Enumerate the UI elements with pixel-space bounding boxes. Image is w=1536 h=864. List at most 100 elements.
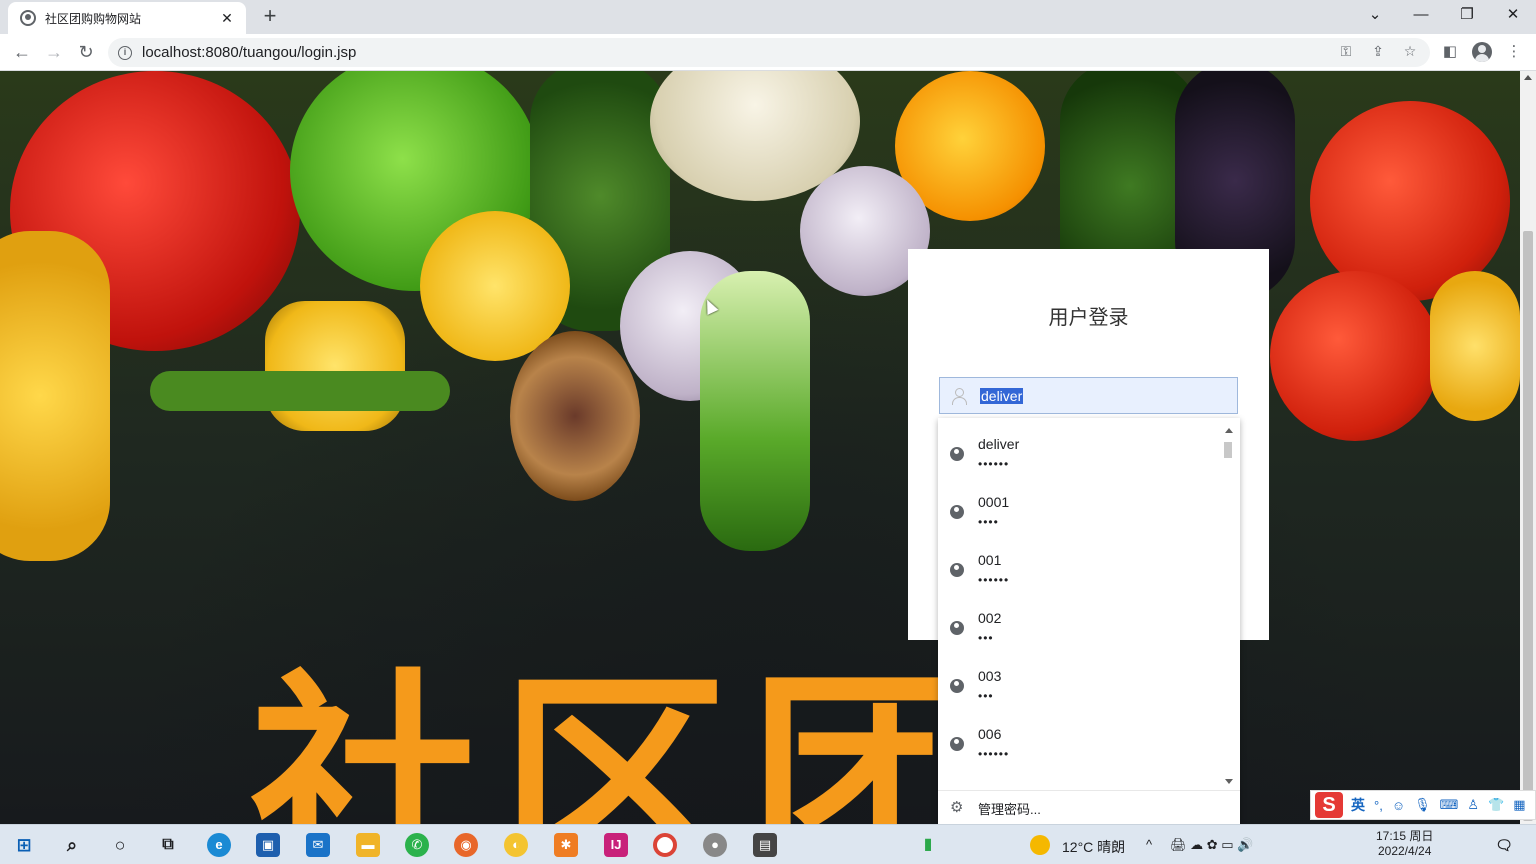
wechat-icon[interactable]: ✆ (405, 833, 429, 857)
sogou-logo-icon[interactable]: S (1315, 792, 1343, 818)
username-field[interactable]: deliver (939, 377, 1238, 414)
emoji-icon[interactable]: ☺ (1392, 798, 1405, 813)
autofill-username: deliver (978, 436, 1020, 452)
keyboard-icon[interactable]: ⌨ (1440, 797, 1459, 813)
tool-icon[interactable]: ✱ (554, 833, 578, 857)
skin-icon[interactable]: 👕 (1488, 797, 1504, 813)
corn-cob-image (0, 231, 110, 561)
key-icon (950, 679, 964, 693)
bookmark-star-icon[interactable]: ☆ (1399, 40, 1421, 62)
grid-icon[interactable]: ▦ (1513, 797, 1525, 813)
autofill-entry[interactable]: 002 ••• (938, 596, 1222, 654)
autofill-entry[interactable]: deliver •••••• (938, 422, 1222, 480)
corn-image (265, 301, 405, 431)
site-info-icon[interactable]: i (118, 45, 132, 60)
page-viewport: 社区团购 (0, 71, 1520, 824)
menu-icon[interactable]: ⋮ (1501, 39, 1527, 65)
app-icon[interactable]: ◐ (504, 833, 528, 857)
page-scrollbar[interactable] (1520, 71, 1536, 824)
clock-date: 2022/4/24 (1377, 844, 1432, 858)
active-tab[interactable]: 社区团购购物网站 ✕ (8, 2, 246, 34)
back-icon[interactable]: ← (9, 39, 35, 65)
close-window-button[interactable]: ✕ (1490, 0, 1536, 32)
close-tab-icon[interactable]: ✕ (218, 10, 236, 27)
share-icon[interactable]: ⇪ (1367, 40, 1389, 62)
autofill-list: deliver •••••• 0001 •••• 001 •••••• 002 … (938, 418, 1222, 782)
forward-icon[interactable]: → (41, 39, 67, 65)
key-icon (950, 737, 964, 751)
weather-icon[interactable] (1030, 835, 1050, 855)
browser-toolbar: ← → ↻ i localhost:8080/tuangou/login.jsp… (0, 34, 1536, 71)
autofill-username: 001 (978, 552, 1002, 568)
battery-icon[interactable]: ▮ (918, 833, 938, 857)
tab-search-button[interactable]: ⌄ (1352, 0, 1398, 32)
key-icon (950, 505, 964, 519)
edge-icon[interactable]: e (207, 833, 231, 857)
leek-image (700, 271, 810, 551)
autofill-entry[interactable]: 0001 •••• (938, 480, 1222, 538)
search-icon[interactable]: ⌕ (60, 833, 84, 857)
microphone-icon[interactable]: 🎙 (1414, 797, 1431, 813)
ime-mode[interactable]: 英 (1351, 795, 1365, 815)
cortana-icon[interactable]: ○ (108, 833, 132, 857)
clock[interactable]: 17:15 周日 2022/4/24 (1376, 829, 1433, 859)
autofill-password: ••• (978, 631, 994, 645)
autofill-username: 002 (978, 610, 1002, 626)
punctuation-icon[interactable]: °, (1374, 798, 1383, 813)
url-text[interactable]: localhost:8080/tuangou/login.jsp (142, 44, 356, 61)
autofill-password: •••••• (978, 573, 1010, 587)
password-autofill-dropdown: deliver •••••• 0001 •••• 001 •••••• 002 … (938, 418, 1240, 824)
user-icon (950, 387, 968, 405)
login-title: 用户登录 (1048, 307, 1129, 329)
tab-strip: 社区团购购物网站 ✕ + ⌄ — ❐ ✕ (0, 0, 1536, 34)
autofill-scrollbar[interactable] (1224, 424, 1234, 784)
scroll-thumb[interactable] (1224, 442, 1232, 458)
autofill-password: •••••• (978, 457, 1010, 471)
autofill-entry[interactable]: 006 •••••• (938, 712, 1222, 770)
terminal-icon[interactable]: ▤ (753, 833, 777, 857)
autofill-password: •••••• (978, 747, 1010, 761)
autofill-password: •••• (978, 515, 999, 529)
taskbar: ⊞ ⌕ ○ ⧉ e ▣ ✉ ▬ ✆ ◉ ◐ ✱ IJ ● ▤ ▮ 12°C 晴朗… (0, 824, 1536, 864)
task-view-icon[interactable]: ⧉ (156, 833, 180, 857)
autofill-username: 003 (978, 668, 1002, 684)
file-explorer-icon[interactable]: ▬ (356, 833, 380, 857)
app-icon-2[interactable]: ● (703, 833, 727, 857)
tomato-image-2 (1270, 271, 1440, 441)
new-tab-button[interactable]: + (258, 4, 282, 28)
firefox-icon[interactable]: ◉ (454, 833, 478, 857)
autofill-entry[interactable]: 001 •••••• (938, 538, 1222, 596)
address-bar[interactable]: i localhost:8080/tuangou/login.jsp (108, 38, 1430, 67)
restore-button[interactable]: ❐ (1444, 0, 1490, 32)
manage-passwords-item[interactable]: ⚙ 管理密码... (938, 790, 1240, 824)
scroll-thumb[interactable] (1523, 231, 1533, 821)
key-icon (950, 563, 964, 577)
key-icon (950, 447, 964, 461)
chrome-icon[interactable] (653, 833, 677, 857)
store-icon[interactable]: ▣ (256, 833, 280, 857)
key-icon[interactable]: ⚿ (1335, 40, 1357, 62)
side-panel-icon[interactable]: ◧ (1437, 39, 1463, 65)
scroll-down-arrow[interactable] (1225, 779, 1233, 784)
weather-text[interactable]: 12°C 晴朗 (1062, 837, 1125, 857)
autofill-entry[interactable]: 003 ••• (938, 654, 1222, 712)
minimize-button[interactable]: — (1398, 0, 1444, 32)
scroll-up-arrow[interactable] (1225, 428, 1233, 433)
mail-icon[interactable]: ✉ (306, 833, 330, 857)
ime-toolbar: S 英 °, ☺ 🎙 ⌨ ♙ 👕 ▦ (1310, 790, 1536, 820)
user-icon[interactable]: ♙ (1467, 797, 1479, 813)
tray-icons[interactable]: 🖨 ☁ ✿ ▭ 🔊 (1170, 837, 1253, 853)
tab-title: 社区团购购物网站 (45, 11, 142, 26)
peas-image (150, 371, 450, 411)
reload-icon[interactable]: ↻ (73, 39, 99, 65)
username-input[interactable]: deliver (980, 387, 1024, 404)
intellij-icon[interactable]: IJ (604, 833, 628, 857)
manage-passwords-label: 管理密码... (978, 802, 1041, 817)
globe-icon (20, 10, 36, 26)
corn-image-right (1430, 271, 1520, 421)
chevron-up-icon[interactable]: ^ (1146, 837, 1152, 852)
profile-avatar[interactable] (1472, 42, 1492, 62)
notification-icon[interactable]: 🗨 (1492, 833, 1516, 857)
scroll-up-arrow[interactable] (1524, 75, 1532, 80)
windows-start-icon[interactable]: ⊞ (12, 833, 36, 857)
